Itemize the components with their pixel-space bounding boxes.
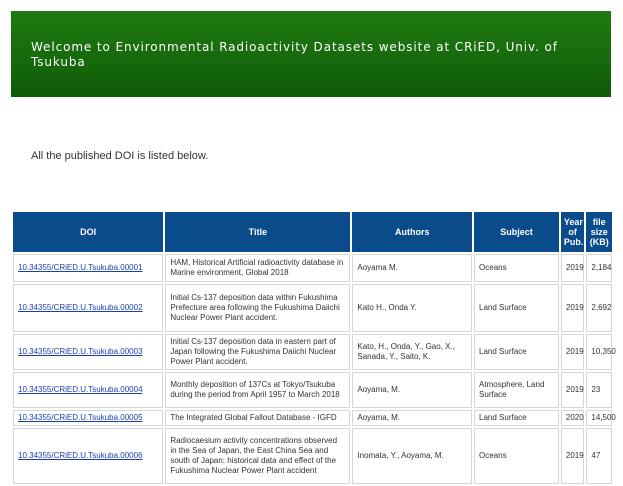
doi-link[interactable]: 10.34355/CRiED.U.Tsukuba.00003 — [18, 347, 143, 356]
file-size-cell: 23 — [586, 372, 612, 408]
file-size-cell: 14,500 — [586, 410, 616, 426]
page-title: Welcome to Environmental Radioactivity D… — [31, 40, 558, 69]
doi-cell: 10.34355/CRiED.U.Tsukuba.00001 — [13, 254, 164, 282]
year-cell: 2019 — [560, 284, 585, 332]
title-cell: Monthly deposition of 137Cs at Tokyo/Tsu… — [165, 372, 351, 408]
title-cell: Initial Cs-137 deposition data within Fu… — [165, 284, 351, 332]
subject-cell: Land Surface — [474, 284, 559, 332]
table-row: 10.34355/CRiED.U.Tsukuba.00006 Radiocaes… — [13, 428, 612, 484]
table-row: 10.34355/CRiED.U.Tsukuba.00001 HAM, Hist… — [13, 254, 612, 282]
authors-cell: Kato, H., Onda, Y., Gao, X., Sanada, Y.,… — [352, 334, 473, 370]
doi-cell: 10.34355/CRiED.U.Tsukuba.00002 — [13, 284, 164, 332]
doi-cell: 10.34355/CRiED.U.Tsukuba.00006 — [13, 428, 164, 484]
authors-cell: Aoyama, M. — [352, 410, 473, 426]
authors-cell: Inomata, Y., Aoyama, M. — [352, 428, 473, 484]
column-header-file-size: file size (KB) — [586, 212, 612, 252]
year-cell: 2019 — [560, 372, 585, 408]
file-size-cell: 47 — [586, 428, 612, 484]
table-header-row: DOI Title Authors Subject Year of Pub. f… — [13, 212, 612, 252]
authors-cell: Kato H., Onda Y. — [352, 284, 473, 332]
title-cell: HAM, Historical Artificial radioactivity… — [165, 254, 351, 282]
table-row: 10.34355/CRiED.U.Tsukuba.00004 Monthly d… — [13, 372, 612, 408]
column-header-authors: Authors — [352, 212, 473, 252]
doi-cell: 10.34355/CRiED.U.Tsukuba.00004 — [13, 372, 164, 408]
table-row: 10.34355/CRiED.U.Tsukuba.00002 Initial C… — [13, 284, 612, 332]
table-row: 10.34355/CRiED.U.Tsukuba.00005 The Integ… — [13, 410, 616, 426]
file-size-cell: 2,184 — [586, 254, 612, 282]
year-cell: 2019 — [560, 428, 585, 484]
title-cell: The Integrated Global Fallout Database -… — [165, 410, 351, 426]
doi-link[interactable]: 10.34355/CRiED.U.Tsukuba.00001 — [18, 263, 143, 272]
year-cell: 2019 — [560, 334, 585, 370]
subject-cell: Oceans — [474, 254, 559, 282]
column-header-year: Year of Pub. — [560, 212, 585, 252]
header-banner: Welcome to Environmental Radioactivity D… — [11, 11, 611, 97]
title-cell: Initial Cs-137 deposition data in easter… — [165, 334, 351, 370]
doi-link[interactable]: 10.34355/CRiED.U.Tsukuba.00002 — [18, 303, 143, 312]
title-cell: Radiocaesium activity concentrations obs… — [165, 428, 351, 484]
doi-link[interactable]: 10.34355/CRiED.U.Tsukuba.00006 — [18, 451, 143, 460]
doi-link[interactable]: 10.34355/CRiED.U.Tsukuba.00005 — [18, 413, 143, 422]
intro-text: All the published DOI is listed below. — [31, 150, 209, 162]
file-size-cell: 10,350 — [586, 334, 616, 370]
doi-cell: 10.34355/CRiED.U.Tsukuba.00003 — [13, 334, 164, 370]
subject-cell: Atmosphere, Land Surface — [474, 372, 559, 408]
column-header-doi: DOI — [13, 212, 164, 252]
column-header-subject: Subject — [474, 212, 559, 252]
subject-cell: Land Surface — [474, 410, 559, 426]
file-size-cell: 2,692 — [586, 284, 612, 332]
doi-table: DOI Title Authors Subject Year of Pub. f… — [11, 210, 616, 486]
doi-cell: 10.34355/CRiED.U.Tsukuba.00005 — [13, 410, 164, 426]
doi-link[interactable]: 10.34355/CRiED.U.Tsukuba.00004 — [18, 385, 143, 394]
table-row: 10.34355/CRiED.U.Tsukuba.00003 Initial C… — [13, 334, 616, 370]
subject-cell: Land Surface — [474, 334, 559, 370]
year-cell: 2019 — [560, 254, 585, 282]
authors-cell: Aoyama, M. — [352, 372, 473, 408]
subject-cell: Oceans — [474, 428, 559, 484]
column-header-title: Title — [165, 212, 351, 252]
year-cell: 2020 — [560, 410, 585, 426]
authors-cell: Aoyama M. — [352, 254, 473, 282]
